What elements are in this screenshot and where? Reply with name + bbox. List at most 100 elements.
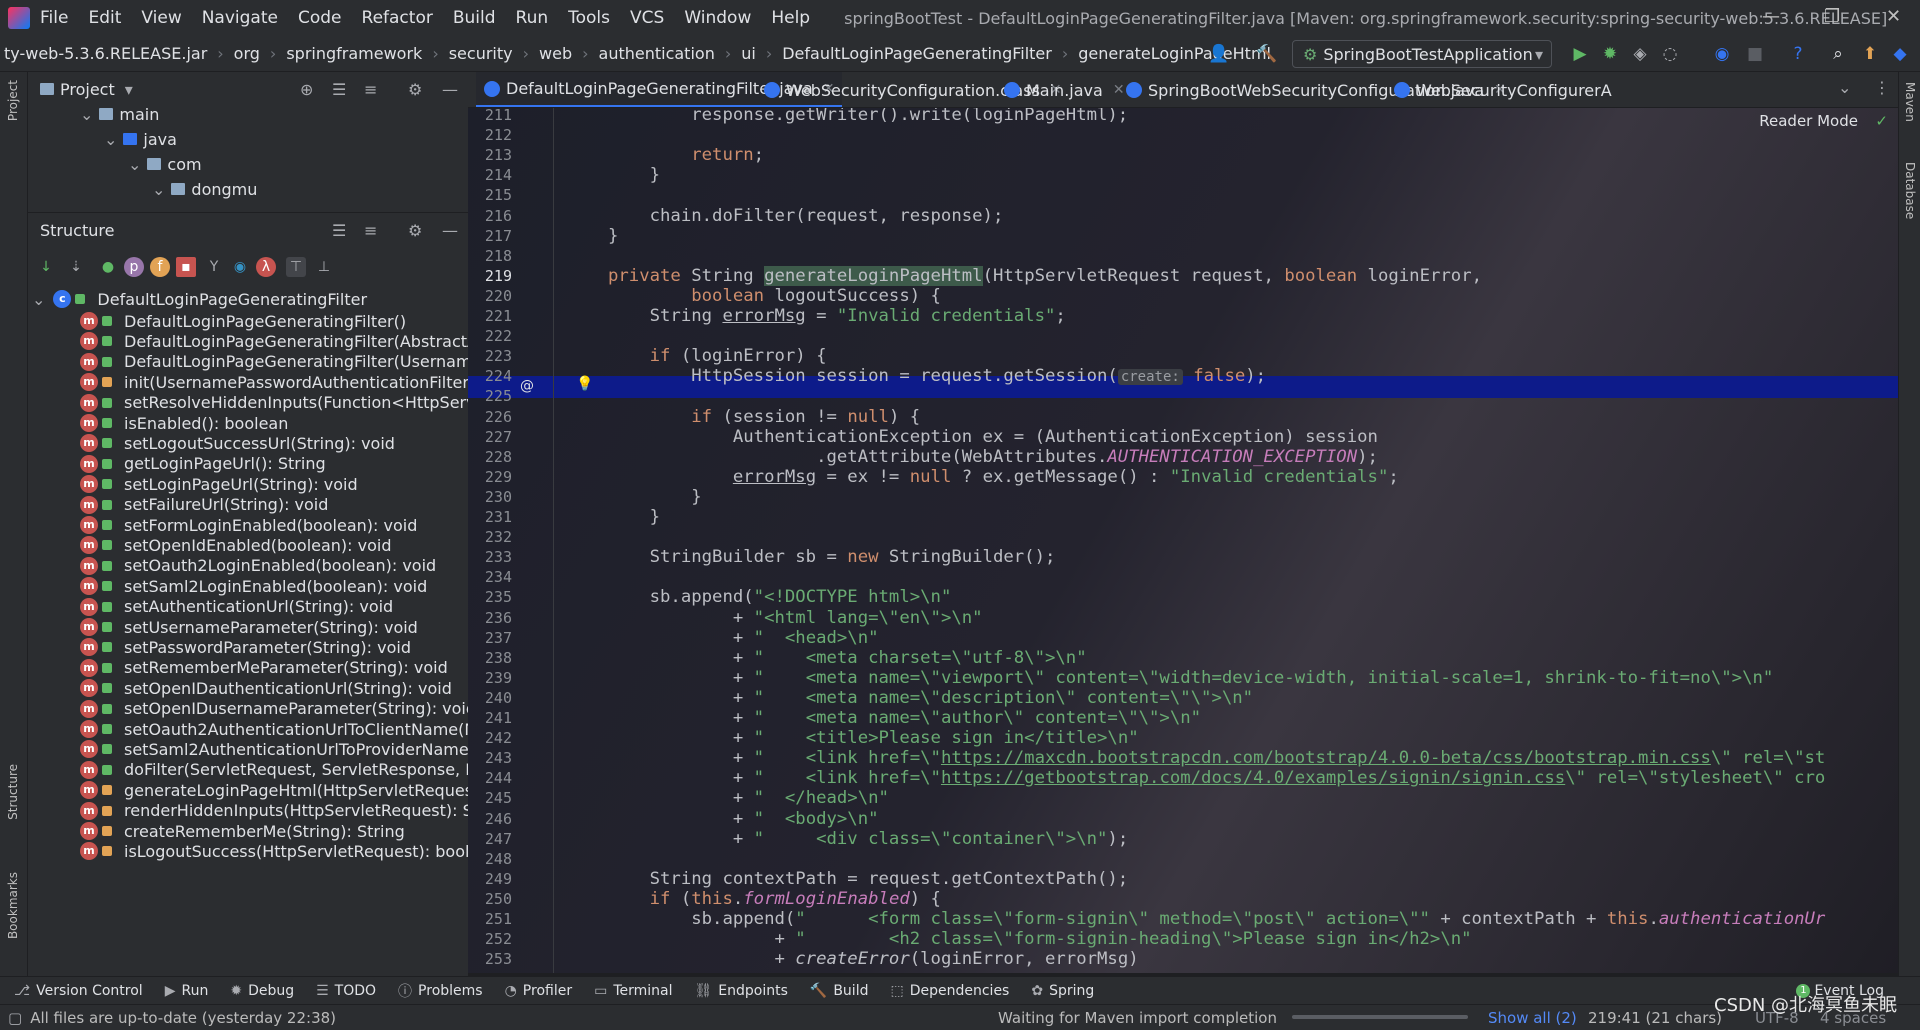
- code-line[interactable]: private String generateLoginPageHtml(Htt…: [608, 265, 1482, 286]
- search-icon[interactable]: ⌕: [1828, 44, 1848, 64]
- code-line[interactable]: String errorMsg = "Invalid credentials";: [608, 306, 1066, 326]
- code-line[interactable]: sb.append("<!DOCTYPE html>\n": [608, 587, 952, 607]
- code-line[interactable]: }: [608, 487, 701, 507]
- expand-all-icon[interactable]: ☰: [332, 221, 346, 240]
- gear-icon[interactable]: ⚙: [408, 221, 422, 240]
- code-line[interactable]: + " <h2 class=\"form-signin-heading\">Pl…: [608, 929, 1471, 949]
- reader-mode-toggle[interactable]: Reader Mode: [1759, 112, 1858, 130]
- code-line[interactable]: + " <link href=\"https://getbootstrap.co…: [608, 768, 1825, 788]
- structure-root-class[interactable]: ⌄ c DefaultLoginPageGeneratingFilter: [32, 287, 367, 311]
- code-line[interactable]: String contextPath = request.getContextP…: [608, 869, 1129, 889]
- tool-debug[interactable]: ✹ Debug: [230, 981, 294, 1001]
- collapse-all-icon[interactable]: ≡: [364, 221, 377, 240]
- status-message[interactable]: All files are up-to-date (yesterday 22:3…: [30, 1009, 336, 1027]
- menu-tools[interactable]: Tools: [568, 8, 610, 28]
- code-line[interactable]: + " <meta name=\"author\" content=\"\">\…: [608, 708, 1201, 728]
- plugin-icon[interactable]: ◆: [1890, 44, 1910, 64]
- stop-icon[interactable]: ■: [1745, 44, 1765, 64]
- tool-problems[interactable]: ⓘ Problems: [398, 981, 483, 1001]
- editor-tab[interactable]: WebSecurityConfigurerA: [1386, 72, 1620, 107]
- tool-window-project[interactable]: Project: [6, 80, 20, 121]
- tree-item-dongmu[interactable]: ⌄ dongmu: [152, 177, 257, 201]
- code-line[interactable]: }: [608, 507, 660, 527]
- minimize-icon[interactable]: —: [1762, 6, 1780, 27]
- tool-build[interactable]: 🔨 Build: [810, 981, 869, 1001]
- code-line[interactable]: AuthenticationException ex = (Authentica…: [608, 427, 1378, 447]
- profile-icon[interactable]: ◌: [1660, 44, 1680, 64]
- breadcrumb-item[interactable]: org: [234, 44, 260, 63]
- breadcrumb-item[interactable]: security: [449, 44, 513, 63]
- menu-navigate[interactable]: Navigate: [202, 8, 278, 28]
- menu-code[interactable]: Code: [298, 8, 342, 28]
- user-icon[interactable]: 👤: [1208, 44, 1229, 64]
- tool-window-structure[interactable]: Structure: [6, 764, 20, 820]
- code-line[interactable]: }: [608, 226, 618, 246]
- breadcrumb-item[interactable]: ui: [741, 44, 756, 63]
- project-panel-title[interactable]: Project: [60, 80, 115, 99]
- menu-window[interactable]: Window: [684, 8, 751, 28]
- updates-icon[interactable]: ⬆: [1860, 44, 1880, 64]
- code-line[interactable]: + " </head>\n": [608, 788, 889, 808]
- editor-tab[interactable]: Main.java ✕: [996, 72, 1133, 107]
- code-line[interactable]: + " <body>\n": [608, 809, 879, 829]
- code-line[interactable]: + " <link href=\"https://maxcdn.bootstra…: [608, 748, 1825, 768]
- coverage-icon[interactable]: ◈: [1630, 44, 1650, 64]
- code-line[interactable]: + "<html lang=\"en\">\n": [608, 608, 983, 628]
- locate-icon[interactable]: ⊕: [300, 80, 313, 99]
- code-line[interactable]: boolean logoutSuccess) {: [608, 286, 941, 306]
- breadcrumb-item[interactable]: springframework: [286, 44, 422, 63]
- tree-item-com[interactable]: ⌄ com: [128, 152, 202, 176]
- code-editor[interactable]: 211 212 213 214 215 216 217 218 219 220 221 222 223 2…: [468, 108, 1898, 973]
- tool-version-control[interactable]: ⎇ Version Control: [14, 981, 143, 1001]
- caret-position[interactable]: 219:41 (21 chars): [1588, 1009, 1722, 1027]
- help-icon[interactable]: ?: [1788, 44, 1808, 64]
- code-line[interactable]: + createError(loginError, errorMsg): [608, 949, 1138, 969]
- code-line[interactable]: errorMsg = ex != null ? ex.getMessage() …: [608, 467, 1399, 487]
- code-line[interactable]: + " <title>Please sign in</title>\n": [608, 728, 1139, 748]
- code-line[interactable]: if (loginError) {: [608, 346, 827, 366]
- run-icon[interactable]: ▶: [1570, 44, 1590, 64]
- breadcrumb-item[interactable]: web: [539, 44, 572, 63]
- code-line[interactable]: .getAttribute(WebAttributes.AUTHENTICATI…: [608, 447, 1378, 467]
- code-line[interactable]: return;: [608, 145, 764, 165]
- code-line[interactable]: + " <head>\n": [608, 628, 879, 648]
- update-icon[interactable]: ◉: [1712, 44, 1732, 64]
- menu-view[interactable]: View: [141, 8, 181, 28]
- override-marker-icon[interactable]: @: [520, 378, 534, 394]
- tool-terminal[interactable]: ▭ Terminal: [594, 981, 672, 1001]
- breadcrumb-item[interactable]: authentication: [599, 44, 715, 63]
- breadcrumb-item[interactable]: generateLoginPageHtml: [1078, 44, 1271, 63]
- breadcrumb-item[interactable]: ty-web-5.3.6.RELEASE.jar: [4, 44, 207, 63]
- menu-refactor[interactable]: Refactor: [362, 8, 433, 28]
- menu-run[interactable]: Run: [516, 8, 549, 28]
- tool-run[interactable]: ▶ Run: [165, 981, 209, 1001]
- breadcrumb-item[interactable]: DefaultLoginPageGeneratingFilter: [782, 44, 1052, 63]
- tool-dependencies[interactable]: ⬚ Dependencies: [890, 981, 1009, 1001]
- code-line[interactable]: StringBuilder sb = new StringBuilder();: [608, 547, 1056, 567]
- menu-file[interactable]: File: [40, 8, 68, 28]
- status-square-icon[interactable]: ▢: [8, 1009, 22, 1027]
- code-line[interactable]: if (this.formLoginEnabled) {: [608, 889, 941, 909]
- menu-help[interactable]: Help: [771, 8, 810, 28]
- more-icon[interactable]: ⋮: [1874, 78, 1890, 97]
- code-line[interactable]: sb.append(" <form class=\"form-signin\" …: [608, 909, 1825, 929]
- menu-edit[interactable]: Edit: [88, 8, 121, 28]
- tree-item-java[interactable]: ⌄ java: [104, 127, 177, 151]
- hide-icon[interactable]: —: [442, 80, 458, 99]
- menu-build[interactable]: Build: [453, 8, 496, 28]
- code-line[interactable]: chain.doFilter(request, response);: [608, 206, 1004, 226]
- gear-icon[interactable]: ⚙: [408, 80, 422, 99]
- tool-window-database[interactable]: Database: [1903, 162, 1917, 219]
- intellij-logo-icon[interactable]: [8, 7, 30, 29]
- tool-window-maven[interactable]: Maven: [1903, 82, 1917, 122]
- restore-icon[interactable]: ❐: [1824, 6, 1840, 27]
- code-line[interactable]: + " <div class=\"container\">\n");: [608, 829, 1128, 849]
- tool-todo[interactable]: ☰ TODO: [316, 981, 376, 1001]
- tool-endpoints[interactable]: ⛓ Endpoints: [695, 981, 788, 1001]
- build-hammer-icon[interactable]: 🔨: [1256, 44, 1277, 64]
- close-icon[interactable]: ✕: [1886, 6, 1901, 27]
- chevron-down-icon[interactable]: ⌄: [1838, 78, 1851, 97]
- code-line[interactable]: if (session != null) {: [608, 407, 920, 427]
- menu-vcs[interactable]: VCS: [630, 8, 664, 28]
- code-line[interactable]: HttpSession session = request.getSession…: [608, 366, 1266, 386]
